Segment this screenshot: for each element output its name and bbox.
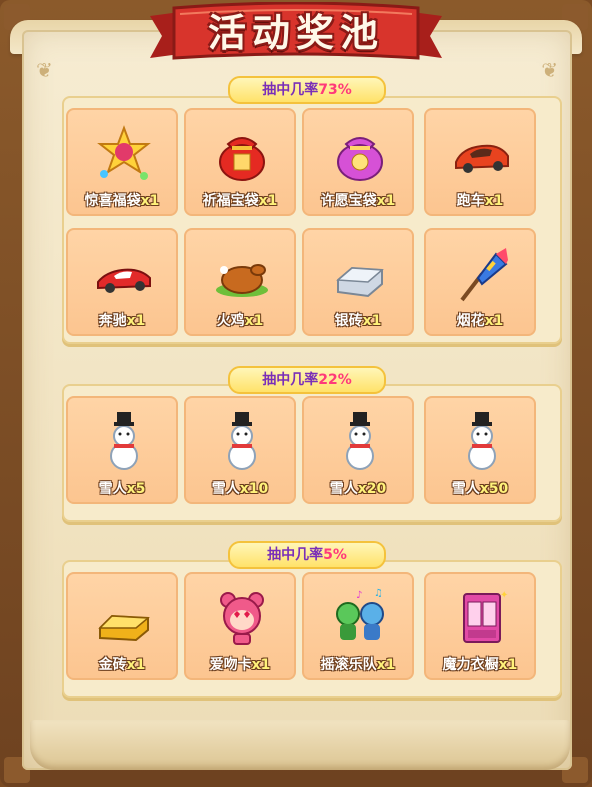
scroll-bottom-curl bbox=[30, 720, 570, 770]
svg-text:♫: ♫ bbox=[374, 588, 383, 599]
probability-percent: 22% bbox=[318, 372, 352, 388]
svg-text:✦: ✦ bbox=[500, 590, 508, 601]
probability-percent: 73% bbox=[318, 82, 352, 98]
snowman-icon bbox=[228, 412, 256, 470]
prize-name: 惊喜福袋 bbox=[84, 193, 141, 209]
prize-name: 跑车 bbox=[456, 193, 485, 209]
turkey-icon bbox=[216, 264, 268, 297]
prize-name: 烟花 bbox=[456, 313, 485, 329]
silver-brick-icon bbox=[336, 266, 384, 298]
snowman-icon bbox=[346, 412, 374, 470]
rock-band-icon: ♪ ♫ bbox=[336, 588, 384, 640]
prize-name: 奔驰 bbox=[98, 313, 127, 329]
prize-quantity: x1 bbox=[126, 313, 146, 329]
blessing-bag-icon bbox=[219, 137, 265, 181]
benz-car-icon bbox=[97, 268, 151, 293]
probability-label: 抽中几率 bbox=[262, 82, 319, 98]
prize-card[interactable]: 雪人x50 bbox=[424, 396, 536, 504]
prize-name: 雪人 bbox=[451, 481, 480, 497]
prize-card[interactable]: 许愿宝袋x1 bbox=[302, 108, 414, 216]
prize-quantity: x1 bbox=[376, 657, 396, 673]
prize-quantity: x1 bbox=[498, 657, 518, 673]
prize-card[interactable]: 雪人x10 bbox=[184, 396, 296, 504]
prize-name: 爱吻卡 bbox=[209, 657, 252, 673]
probability-label: 抽中几率 bbox=[267, 547, 324, 563]
page-title: 活动奖池 bbox=[207, 11, 384, 55]
prize-quantity: x1 bbox=[251, 657, 271, 673]
prize-card[interactable]: 银砖x1 bbox=[302, 228, 414, 336]
prize-quantity: x1 bbox=[258, 193, 278, 209]
prize-name: 金砖 bbox=[98, 657, 127, 673]
prize-card[interactable]: 烟花x1 bbox=[424, 228, 536, 336]
prize-quantity: x10 bbox=[239, 481, 269, 497]
prize-quantity: x20 bbox=[357, 481, 387, 497]
ornament-icon: ❦ bbox=[36, 58, 53, 82]
prize-name: 祈福宝袋 bbox=[202, 193, 259, 209]
prize-card[interactable]: 火鸡x1 bbox=[184, 228, 296, 336]
snowman-icon bbox=[110, 412, 138, 470]
probability-label: 抽中几率 bbox=[262, 372, 319, 388]
probability-badge: 抽中几率22% bbox=[228, 366, 386, 394]
gold-brick-icon bbox=[98, 614, 150, 642]
prize-quantity: x1 bbox=[484, 313, 504, 329]
prize-quantity: x1 bbox=[376, 193, 396, 209]
prize-card[interactable]: 金砖x1 bbox=[66, 572, 178, 680]
prize-quantity: x1 bbox=[484, 193, 504, 209]
prize-name: 魔力衣橱 bbox=[442, 657, 499, 673]
prize-card[interactable]: 祈福宝袋x1 bbox=[184, 108, 296, 216]
probability-badge: 抽中几率5% bbox=[228, 541, 386, 569]
title-banner: 活动奖池 bbox=[150, 2, 442, 64]
prize-quantity: x1 bbox=[140, 193, 160, 209]
probability-badge: 抽中几率73% bbox=[228, 76, 386, 104]
wish-bag-icon bbox=[337, 137, 383, 181]
prize-card[interactable]: 奔驰x1 bbox=[66, 228, 178, 336]
prize-name: 雪人 bbox=[98, 481, 127, 497]
prize-card[interactable]: 爱吻卡x1 bbox=[184, 572, 296, 680]
prize-card[interactable]: ♪ ♫ 摇滚乐队x1 bbox=[302, 572, 414, 680]
probability-percent: 5% bbox=[323, 547, 347, 563]
prize-name: 银砖 bbox=[334, 313, 363, 329]
prize-card[interactable]: 惊喜福袋x1 bbox=[66, 108, 178, 216]
love-kiss-card-icon bbox=[220, 592, 264, 645]
prize-name: 雪人 bbox=[329, 481, 358, 497]
prize-name: 摇滚乐队 bbox=[320, 657, 377, 673]
svg-text:♪: ♪ bbox=[356, 590, 362, 601]
prize-name: 许愿宝袋 bbox=[320, 193, 377, 209]
prize-card[interactable]: ✦ 魔力衣橱x1 bbox=[424, 572, 536, 680]
surprise-bag-icon bbox=[97, 125, 151, 180]
snowman-icon bbox=[468, 412, 496, 470]
prize-quantity: x50 bbox=[479, 481, 509, 497]
magic-wardrobe-icon: ✦ bbox=[463, 590, 508, 643]
prize-quantity: x1 bbox=[244, 313, 264, 329]
prize-name: 雪人 bbox=[211, 481, 240, 497]
prize-card[interactable]: 雪人x5 bbox=[66, 396, 178, 504]
prize-quantity: x5 bbox=[126, 481, 146, 497]
prize-card[interactable]: 雪人x20 bbox=[302, 396, 414, 504]
prize-name: 火鸡 bbox=[216, 313, 245, 329]
sports-car-icon bbox=[455, 144, 509, 173]
prize-card[interactable]: 跑车x1 bbox=[424, 108, 536, 216]
prize-quantity: x1 bbox=[362, 313, 382, 329]
prize-quantity: x1 bbox=[126, 657, 146, 673]
ornament-icon: ❦ bbox=[541, 58, 558, 82]
firework-icon bbox=[460, 248, 508, 302]
